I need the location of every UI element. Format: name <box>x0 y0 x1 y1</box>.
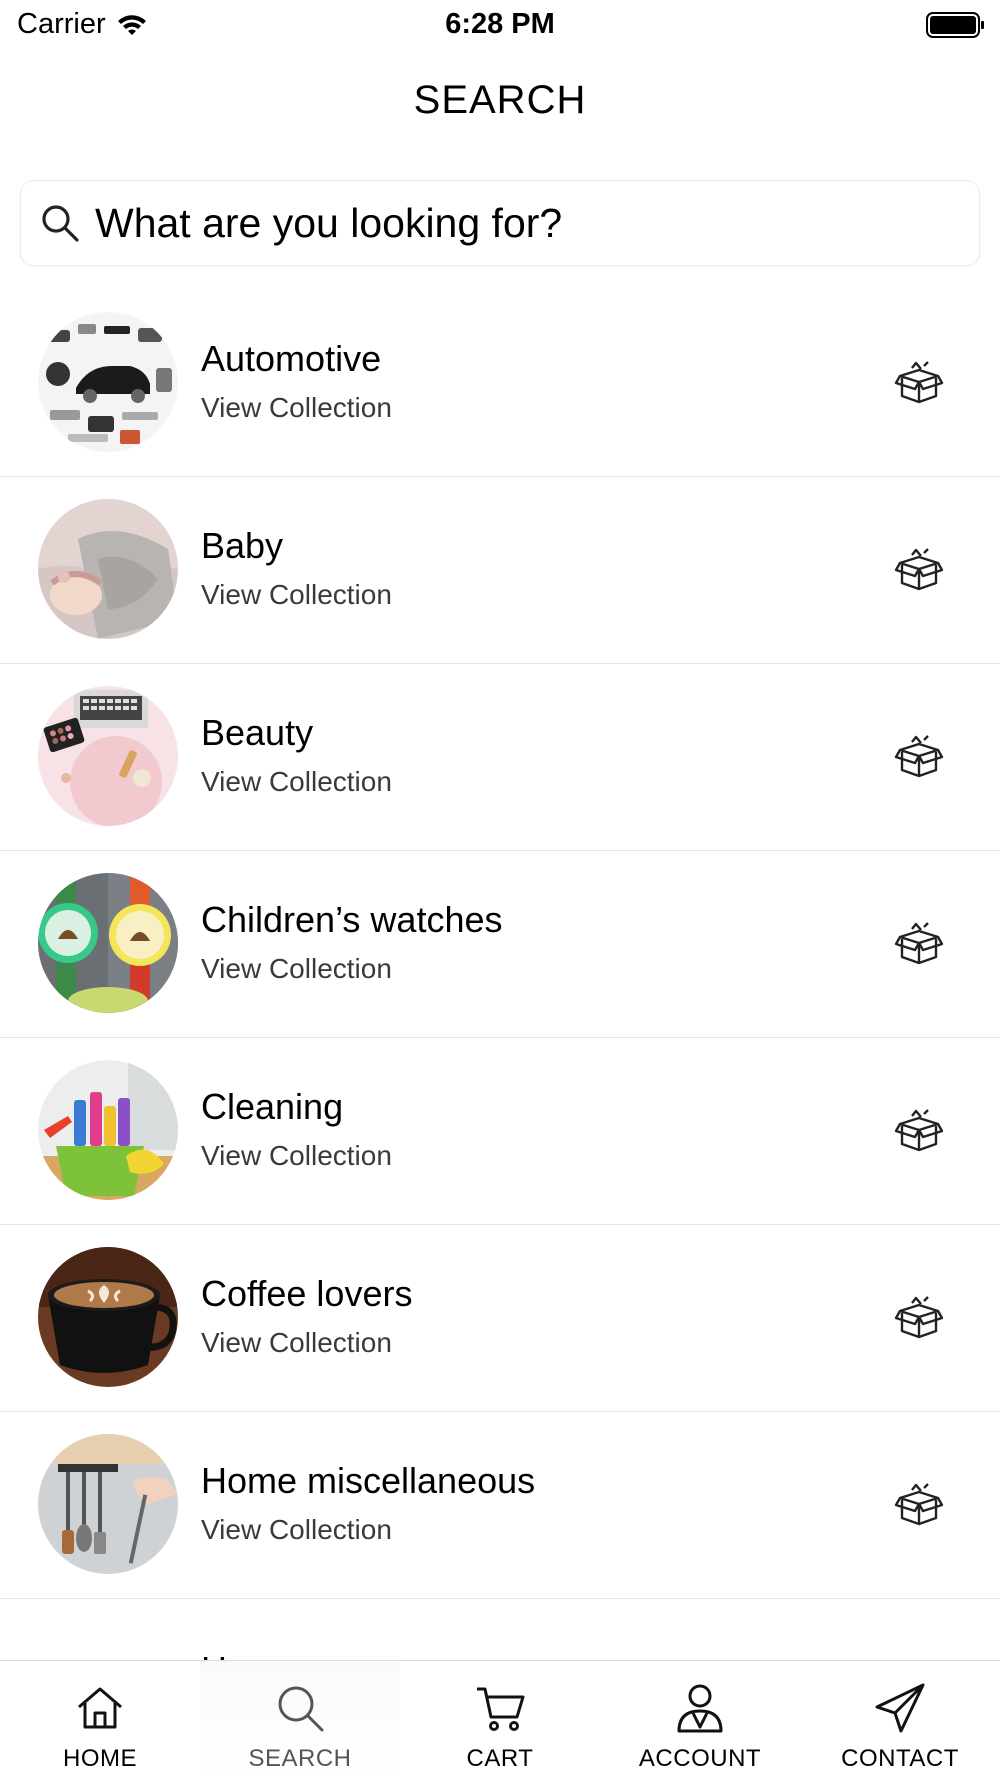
view-collection-label: View Collection <box>201 953 392 984</box>
tab-cart[interactable]: CART <box>400 1661 600 1778</box>
search-input[interactable] <box>95 199 915 247</box>
gift-box-icon[interactable] <box>894 734 944 780</box>
coffee-lovers-thumbnail <box>38 1247 178 1387</box>
gift-box-icon[interactable] <box>894 547 944 593</box>
automotive-thumbnail <box>38 312 178 452</box>
home-miscellaneous-thumbnail <box>38 1434 178 1574</box>
view-collection-label: View Collection <box>201 392 392 423</box>
battery-icon <box>926 12 984 38</box>
list-item[interactable]: Baby View Collection <box>0 477 1000 664</box>
search-icon <box>42 205 79 242</box>
beauty-thumbnail <box>38 686 178 826</box>
collection-title: Coffee lovers <box>201 1273 413 1314</box>
collection-title: Baby <box>201 525 284 566</box>
tab-label: HOME <box>63 1745 137 1772</box>
search-bar[interactable] <box>20 180 980 266</box>
collection-title: Beauty <box>201 712 314 753</box>
childrens-watches-thumbnail <box>38 873 178 1013</box>
gift-box-icon[interactable] <box>894 921 944 967</box>
cart-icon <box>477 1687 525 1731</box>
view-collection-label: View Collection <box>201 1327 392 1358</box>
view-collection-label: View Collection <box>201 579 392 610</box>
collection-title: Cleaning <box>201 1086 344 1127</box>
list-item[interactable]: Home miscellaneous View Collection <box>0 1412 1000 1599</box>
view-collection-label: View Collection <box>201 1140 392 1171</box>
list-item[interactable]: Children’s watches View Collection <box>0 851 1000 1038</box>
collection-list: Automotive View Collection Baby View Col… <box>0 290 1000 1690</box>
gift-box-icon[interactable] <box>894 1295 944 1341</box>
home-icon <box>78 1687 122 1729</box>
list-item[interactable]: Cleaning View Collection <box>0 1038 1000 1225</box>
tab-label: ACCOUNT <box>638 1745 762 1772</box>
list-item[interactable]: Coffee lovers View Collection <box>0 1225 1000 1412</box>
baby-thumbnail <box>38 499 178 639</box>
tab-label: SEARCH <box>248 1745 352 1772</box>
tab-contact[interactable]: CONTACT <box>800 1661 1000 1778</box>
tab-account[interactable]: ACCOUNT <box>600 1661 800 1778</box>
status-bar: Carrier 6:28 PM <box>0 0 1000 50</box>
collection-title: Automotive <box>201 338 382 379</box>
paper-plane-icon <box>875 1683 925 1733</box>
collection-title: Children’s watches <box>201 899 503 940</box>
page-title: SEARCH <box>413 78 587 122</box>
list-item[interactable]: Automotive View Collection <box>0 290 1000 477</box>
cleaning-thumbnail <box>38 1060 178 1200</box>
list-item[interactable]: Beauty View Collection <box>0 664 1000 851</box>
tab-home[interactable]: HOME <box>0 1661 200 1778</box>
tab-label: CART <box>466 1745 534 1772</box>
tab-label: CONTACT <box>841 1745 959 1772</box>
collection-title: Home miscellaneous <box>201 1460 536 1501</box>
account-icon <box>677 1684 723 1733</box>
view-collection-label: View Collection <box>201 766 392 797</box>
gift-box-icon[interactable] <box>894 1482 944 1528</box>
tab-bar: HOME SEARCH CART ACCOUNT CONTACT <box>0 1660 1000 1778</box>
gift-box-icon[interactable] <box>894 1108 944 1154</box>
gift-box-icon[interactable] <box>894 360 944 406</box>
view-collection-label: View Collection <box>201 1514 392 1545</box>
search-icon <box>278 1686 324 1732</box>
status-time: 6:28 PM <box>445 8 555 40</box>
tab-search[interactable]: SEARCH <box>200 1661 400 1778</box>
